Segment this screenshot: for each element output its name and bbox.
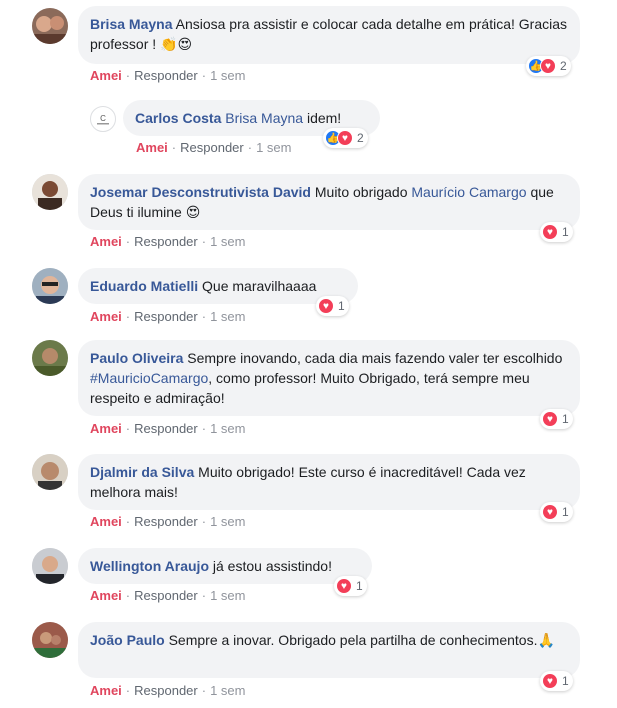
comment-actions: Amei · Responder · 1 sem [90,309,246,324]
reactions-summary[interactable]: ♥ 1 [540,409,573,429]
avatar[interactable] [32,340,68,376]
love-button[interactable]: Amei [90,683,122,698]
comment-author[interactable]: João Paulo [90,632,165,648]
comment-actions: Amei · Responder · 1 sem [90,588,246,603]
timestamp[interactable]: 1 sem [210,68,245,83]
reaction-count: 1 [338,299,345,313]
timestamp[interactable]: 1 sem [210,234,245,249]
timestamp[interactable]: 1 sem [210,588,245,603]
timestamp[interactable]: 1 sem [256,140,291,155]
reply-button[interactable]: Responder [134,309,198,324]
comment-author[interactable]: Paulo Oliveira [90,350,183,366]
comment-text: Muito obrigado [314,184,408,200]
reaction-count: 1 [562,505,569,519]
reaction-count: 1 [562,674,569,688]
avatar[interactable] [32,174,68,210]
timestamp[interactable]: 1 sem [210,421,245,436]
comment-bubble: Wellington Araujo já estou assistindo! [78,548,372,584]
comment-actions: Amei · Responder · 1 sem [90,234,246,249]
reaction-count: 1 [562,225,569,239]
reactions-summary[interactable]: ♥ 1 [540,502,573,522]
reply-button[interactable]: Responder [134,421,198,436]
comment-text: Que maravilhaaaa [202,278,317,294]
reactions-summary[interactable]: 👍 ♥ 2 [526,56,571,76]
mention-link[interactable]: Brisa Mayna [225,110,303,126]
reactions-summary[interactable]: ♥ 1 [316,296,349,316]
comment-author[interactable]: Eduardo Matielli [90,278,198,294]
comment-bubble: Josemar Desconstrutivista David Muito ob… [78,174,580,230]
comment-actions: Amei · Responder · 1 sem [90,421,246,436]
reply-author[interactable]: Carlos Costa [135,110,221,126]
avatar[interactable] [32,8,68,44]
reaction-count: 2 [357,131,364,145]
reply-button[interactable]: Responder [134,514,198,529]
reactions-summary[interactable]: ♥ 1 [540,671,573,691]
mention-link[interactable]: Maurício Camargo [411,184,526,200]
comment-bubble: Paulo Oliveira Sempre inovando, cada dia… [78,340,580,416]
timestamp[interactable]: 1 sem [210,309,245,324]
comment-author[interactable]: Josemar Desconstrutivista David [90,184,311,200]
love-reaction-icon: ♥ [337,130,353,146]
reaction-count: 1 [356,579,363,593]
reactions-summary[interactable]: 👍 ♥ 2 [323,128,368,148]
love-button[interactable]: Amei [90,514,122,529]
love-button[interactable]: Amei [90,68,122,83]
love-button[interactable]: Amei [90,421,122,436]
comment-text: já estou assistindo! [212,558,332,574]
reactions-summary[interactable]: ♥ 1 [540,222,573,242]
comment-text: Sempre inovando, cada dia mais fazendo v… [187,350,563,366]
avatar[interactable] [32,454,68,490]
avatar[interactable] [32,268,68,304]
comment-actions: Amei · Responder · 1 sem [90,514,246,529]
reaction-count: 2 [560,59,567,73]
love-button[interactable]: Amei [90,588,122,603]
love-reaction-icon: ♥ [336,578,352,594]
avatar[interactable] [32,548,68,584]
comment-author[interactable]: Wellington Araujo [90,558,209,574]
comment-author[interactable]: Djalmir da Silva [90,464,194,480]
timestamp[interactable]: 1 sem [210,514,245,529]
love-reaction-icon: ♥ [542,673,558,689]
reactions-summary[interactable]: ♥ 1 [334,576,367,596]
love-reaction-icon: ♥ [542,504,558,520]
reaction-count: 1 [562,412,569,426]
comment-actions: Amei · Responder · 1 sem [90,683,246,698]
love-reaction-icon: ♥ [542,224,558,240]
hashtag-link[interactable]: #MauricioCamargo [90,370,208,386]
reply-button[interactable]: Responder [180,140,244,155]
reply-text: idem! [306,110,342,126]
timestamp[interactable]: 1 sem [210,683,245,698]
love-reaction-icon: ♥ [318,298,334,314]
reply-actions: Amei · Responder · 1 sem [136,140,292,155]
avatar[interactable] [32,622,68,658]
comment-bubble: Djalmir da Silva Muito obrigado! Este cu… [78,454,580,510]
comment-bubble: João Paulo Sempre a inovar. Obrigado pel… [78,622,580,678]
reply-button[interactable]: Responder [134,683,198,698]
love-reaction-icon: ♥ [542,411,558,427]
love-reaction-icon: ♥ [540,58,556,74]
svg-text:C: C [100,114,106,123]
comment-actions: Amei · Responder · 1 sem [90,68,246,83]
reply-button[interactable]: Responder [134,68,198,83]
avatar[interactable]: C [90,106,116,132]
comment-bubble: Brisa Mayna Ansiosa pra assistir e coloc… [78,6,580,64]
reply-button[interactable]: Responder [134,234,198,249]
comment-text: Sempre a inovar. Obrigado pela partilha … [168,632,555,648]
love-button[interactable]: Amei [90,234,122,249]
reply-button[interactable]: Responder [134,588,198,603]
love-button[interactable]: Amei [90,309,122,324]
comment-author[interactable]: Brisa Mayna [90,16,172,32]
love-button[interactable]: Amei [136,140,168,155]
comment-bubble: Eduardo Matielli Que maravilhaaaa [78,268,358,304]
